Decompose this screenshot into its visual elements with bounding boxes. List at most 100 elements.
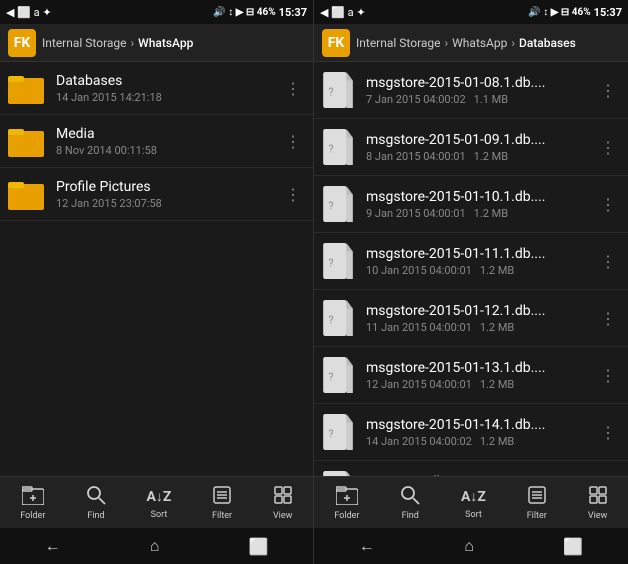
file-name: msgstore-2015-01-13.1.db.... [366, 360, 596, 376]
breadcrumb-prev-1: Internal Storage [42, 36, 127, 50]
toolbar-folder-btn-2[interactable]: Folder [334, 485, 359, 521]
more-button[interactable]: ⋮ [281, 181, 305, 208]
file-name: msgstore-2015-01-10.1.db.... [366, 189, 596, 205]
file-info: msgstore-2015-01-11.1.db.... 10 Jan 2015… [366, 246, 596, 277]
toolbar-find-btn-2[interactable]: Find [400, 485, 420, 521]
list-item[interactable]: ? msgstore.db.crypt8 14 Jan 2015 14:21:1… [314, 461, 628, 476]
file-info: msgstore-2015-01-10.1.db.... 9 Jan 2015 … [366, 189, 596, 220]
file-info: msgstore-2015-01-12.1.db.... 11 Jan 2015… [366, 303, 596, 334]
toolbar-filter-btn-2[interactable]: Filter [527, 485, 547, 521]
filter-icon [212, 485, 232, 509]
svg-text:?: ? [328, 256, 333, 269]
file-size: 1.1 MB [474, 93, 508, 106]
file-date: 9 Jan 2015 04:00:01 [366, 207, 466, 220]
sys-home-btn-1[interactable]: ⌂ [150, 536, 160, 556]
more-button[interactable]: ⋮ [596, 419, 620, 446]
file-name: msgstore-2015-01-09.1.db.... [366, 132, 596, 148]
file-date: 12 Jan 2015 04:00:01 [366, 378, 472, 391]
generic-file-icon: ? [322, 300, 354, 336]
toolbar-view-btn-1[interactable]: View [273, 485, 293, 521]
more-button[interactable]: ⋮ [281, 75, 305, 102]
nav-bar-2: FK Internal Storage › WhatsApp › Databas… [314, 24, 628, 62]
back-button-1[interactable]: FK [8, 29, 36, 57]
file-info: msgstore-2015-01-09.1.db.... 8 Jan 2015 … [366, 132, 596, 163]
file-name: msgstore-2015-01-14.1.db.... [366, 417, 596, 433]
folder-icon [8, 178, 44, 210]
folder-add-icon [22, 485, 44, 509]
status-bar-2: ◀ ⬜ a ✦ 🔊 ↕ ▶ ⊟ 46% 15:37 [314, 0, 628, 24]
file-date: 8 Nov 2014 00:11:58 [56, 144, 157, 157]
folder-icon [8, 125, 44, 157]
list-item[interactable]: ? msgstore-2015-01-11.1.db.... 10 Jan 20… [314, 233, 628, 290]
file-size: 1.2 MB [474, 207, 508, 220]
svg-text:?: ? [328, 370, 333, 383]
sys-recent-btn-2[interactable]: ⬜ [563, 537, 583, 556]
file-meta: 7 Jan 2015 04:00:02 1.1 MB [366, 93, 596, 106]
file-meta: 8 Nov 2014 00:11:58 [56, 144, 281, 157]
time-1: 15:37 [279, 6, 307, 19]
list-item[interactable]: ? msgstore-2015-01-13.1.db.... 12 Jan 20… [314, 347, 628, 404]
more-button[interactable]: ⋮ [596, 77, 620, 104]
sys-home-btn-2[interactable]: ⌂ [464, 536, 474, 556]
breadcrumb-prev-2: Internal Storage [356, 36, 441, 50]
file-size: 1.2 MB [480, 264, 514, 277]
back-label-1: FK [14, 35, 31, 51]
list-item[interactable]: Databases 14 Jan 2015 14:21:18 ⋮ [0, 62, 313, 115]
file-meta: 14 Jan 2015 04:00:02 1.2 MB [366, 435, 596, 448]
file-size: 1.2 MB [480, 378, 514, 391]
file-name: Profile Pictures [56, 179, 281, 195]
signal-icons-1: 🔊 ↕ ▶ ⊟ 46% [213, 7, 275, 18]
more-button[interactable]: ⋮ [596, 305, 620, 332]
toolbar-folder-btn-1[interactable]: Folder [20, 485, 45, 521]
back-button-2[interactable]: FK [322, 29, 350, 57]
view-icon [273, 485, 293, 509]
more-button[interactable]: ⋮ [596, 191, 620, 218]
list-item[interactable]: ? msgstore-2015-01-10.1.db.... 9 Jan 201… [314, 176, 628, 233]
list-item[interactable]: ? msgstore-2015-01-09.1.db.... 8 Jan 201… [314, 119, 628, 176]
more-button[interactable]: ⋮ [596, 362, 620, 389]
file-list-1: Databases 14 Jan 2015 14:21:18 ⋮ Media 8… [0, 62, 313, 476]
status-left-1: ◀ ⬜ a ✦ [6, 6, 52, 19]
toolbar-view-btn-2[interactable]: View [588, 485, 608, 521]
list-item[interactable]: ? msgstore-2015-01-14.1.db.... 14 Jan 20… [314, 404, 628, 461]
breadcrumb-2: Internal Storage › WhatsApp › Databases [356, 36, 620, 50]
list-item[interactable]: ? msgstore-2015-01-12.1.db.... 11 Jan 20… [314, 290, 628, 347]
list-item[interactable]: ? msgstore-2015-01-08.1.db.... 7 Jan 201… [314, 62, 628, 119]
sys-recent-btn-1[interactable]: ⬜ [248, 537, 268, 556]
list-item[interactable]: Media 8 Nov 2014 00:11:58 ⋮ [0, 115, 313, 168]
toolbar-sort-btn-2[interactable]: A↓Z Sort [461, 486, 486, 520]
toolbar-find-label-2: Find [402, 511, 419, 521]
more-button[interactable]: ⋮ [596, 134, 620, 161]
file-date: 14 Jan 2015 04:00:02 [366, 435, 472, 448]
breadcrumb-sep1-2: › [445, 36, 449, 50]
svg-text:?: ? [328, 313, 333, 326]
sys-back-btn-2[interactable]: ← [359, 536, 375, 556]
toolbar-sort-btn-1[interactable]: A↓Z Sort [147, 486, 172, 520]
panel-1: ◀ ⬜ a ✦ 🔊 ↕ ▶ ⊟ 46% 15:37 FK Internal St… [0, 0, 314, 564]
file-name: msgstore-2015-01-12.1.db.... [366, 303, 596, 319]
back-label-2: FK [328, 35, 345, 51]
generic-file-icon: ? [322, 471, 354, 476]
toolbar-view-label-1: View [273, 511, 292, 521]
sort-icon: A↓Z [147, 486, 172, 508]
more-button[interactable]: ⋮ [596, 248, 620, 275]
generic-file-icon: ? [322, 129, 354, 165]
generic-file-icon: ? [322, 414, 354, 450]
toolbar-find-btn-1[interactable]: Find [86, 485, 106, 521]
folder-icon [8, 72, 44, 104]
file-date: 7 Jan 2015 04:00:02 [366, 93, 466, 106]
status-icons-left-1: ◀ ⬜ a ✦ [6, 6, 52, 19]
find-icon-2 [400, 485, 420, 509]
list-item[interactable]: Profile Pictures 12 Jan 2015 23:07:58 ⋮ [0, 168, 313, 221]
breadcrumb-1: Internal Storage › WhatsApp [42, 36, 305, 50]
sys-back-btn-1[interactable]: ← [45, 536, 61, 556]
toolbar-filter-btn-1[interactable]: Filter [212, 485, 232, 521]
file-meta: 10 Jan 2015 04:00:01 1.2 MB [366, 264, 596, 277]
status-bar-1: ◀ ⬜ a ✦ 🔊 ↕ ▶ ⊟ 46% 15:37 [0, 0, 313, 24]
file-meta: 14 Jan 2015 14:21:18 [56, 91, 281, 104]
signal-icons-2: 🔊 ↕ ▶ ⊟ 46% [528, 7, 590, 18]
toolbar-sort-label-2: Sort [465, 510, 482, 520]
more-button[interactable]: ⋮ [281, 128, 305, 155]
file-meta: 12 Jan 2015 04:00:01 1.2 MB [366, 378, 596, 391]
breadcrumb-current-2: Databases [519, 36, 576, 50]
